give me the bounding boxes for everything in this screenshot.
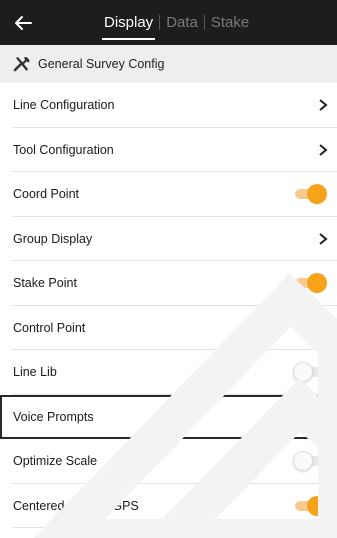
setting-label: Line Configuration (13, 98, 115, 113)
tab-display[interactable]: Display (98, 0, 159, 45)
tools-icon (13, 55, 31, 73)
setting-label: Coord Point (13, 187, 80, 202)
top-bar: Display Data Stake (0, 0, 337, 45)
chevron-right-icon (319, 143, 328, 156)
settings-list: Line Configuration Tool Configuration Co… (0, 83, 337, 528)
setting-control-point: Control Point (0, 306, 337, 351)
arrow-left-icon (15, 16, 32, 30)
chevron-right-icon (319, 99, 328, 112)
setting-coord-point: Coord Point (0, 172, 337, 217)
stake-point-toggle[interactable] (293, 273, 327, 294)
setting-label: Optimize Scale (13, 454, 98, 469)
setting-voice-prompts: Voice Prompts (0, 394, 337, 439)
optimize-scale-toggle[interactable] (293, 451, 327, 472)
setting-tool-configuration[interactable]: Tool Configuration (0, 128, 337, 173)
setting-group-display[interactable]: Group Display (0, 217, 337, 262)
line-lib-toggle[interactable] (293, 362, 327, 383)
setting-centered-display-gps: Centered Display GPS (0, 484, 337, 529)
setting-label: Line Lib (13, 365, 57, 380)
centered-display-gps-toggle[interactable] (293, 495, 327, 516)
setting-label: Stake Point (13, 276, 77, 291)
control-point-toggle[interactable] (293, 317, 327, 338)
toggle-knob (293, 362, 313, 383)
setting-label: Tool Configuration (13, 142, 114, 157)
setting-stake-point: Stake Point (0, 261, 337, 306)
back-button[interactable] (12, 12, 34, 34)
coord-point-toggle[interactable] (293, 184, 327, 205)
toggle-knob (307, 406, 327, 427)
toggle-knob (293, 451, 313, 472)
toggle-knob (307, 273, 327, 294)
chevron-right-icon (319, 232, 328, 245)
voice-prompts-toggle[interactable] (293, 406, 327, 427)
setting-label: Centered Display GPS (13, 498, 139, 513)
tab-data[interactable]: Data (160, 0, 204, 45)
tab-bar: Display Data Stake (98, 0, 255, 45)
setting-line-configuration[interactable]: Line Configuration (0, 83, 337, 128)
setting-optimize-scale: Optimize Scale (0, 439, 337, 484)
toggle-knob (307, 317, 327, 338)
toggle-knob (307, 184, 327, 205)
setting-label: Voice Prompts (13, 409, 94, 424)
setting-line-lib: Line Lib (0, 350, 337, 395)
setting-label: Control Point (13, 320, 86, 335)
tab-stake[interactable]: Stake (205, 0, 255, 45)
section-header: General Survey Config (0, 45, 337, 83)
section-title: General Survey Config (38, 57, 165, 71)
toggle-knob (307, 495, 327, 516)
setting-label: Group Display (13, 231, 93, 246)
